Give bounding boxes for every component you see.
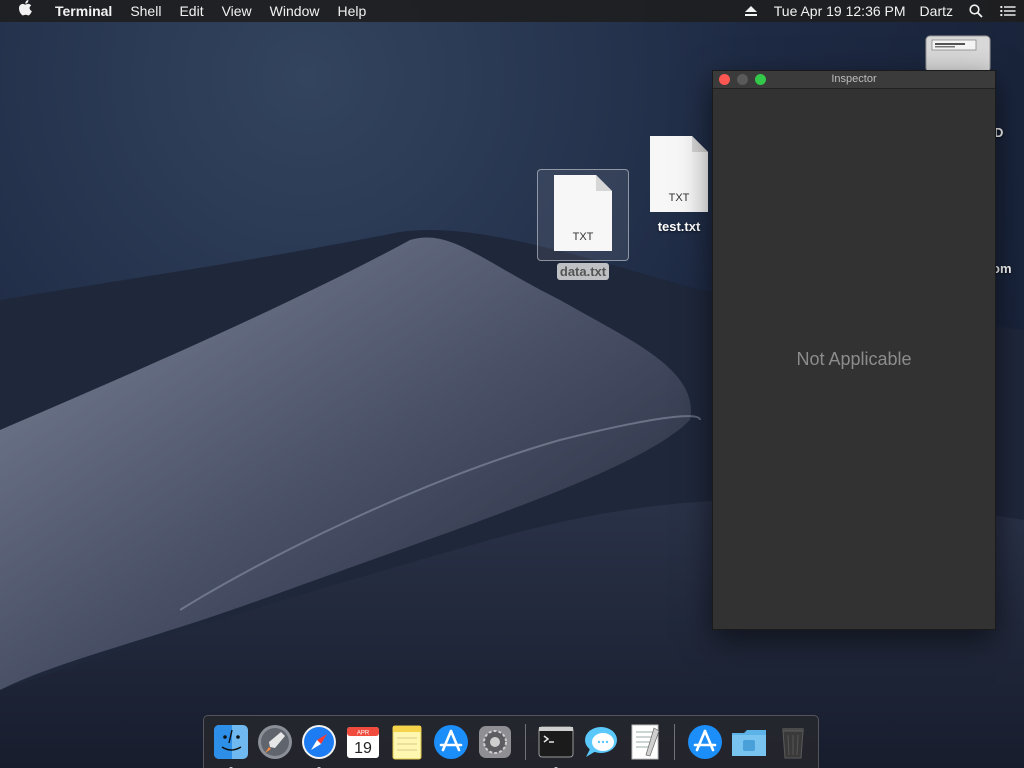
dock-textedit[interactable] xyxy=(624,722,664,762)
menu-user[interactable]: Dartz xyxy=(913,0,960,22)
file-extension-label: TXT xyxy=(668,192,690,204)
dock-terminal[interactable] xyxy=(536,722,576,768)
dock-separator xyxy=(674,724,675,760)
system-preferences-icon xyxy=(479,726,511,758)
desktop[interactable]: Terminal Shell Edit View Window Help Tue… xyxy=(0,0,1024,768)
menu-bar-status: Tue Apr 19 12:36 PM Dartz xyxy=(735,0,1024,22)
dock-downloads-folder[interactable] xyxy=(729,722,769,762)
dock-notes[interactable] xyxy=(387,722,427,762)
window-controls xyxy=(719,74,773,85)
zoom-button[interactable] xyxy=(755,74,766,85)
dock-safari[interactable] xyxy=(299,722,339,768)
launchpad-icon xyxy=(258,725,292,759)
calendar-icon: APR 19 xyxy=(347,727,379,758)
dock-calendar[interactable]: APR 19 xyxy=(343,722,383,762)
calendar-day: 19 xyxy=(354,740,372,757)
notification-center-icon[interactable] xyxy=(992,0,1024,22)
downloads-folder-icon xyxy=(732,730,766,756)
dock-trash[interactable] xyxy=(773,722,813,762)
menu-edit[interactable]: Edit xyxy=(170,0,212,22)
menu-window[interactable]: Window xyxy=(261,0,329,22)
dock-applications-stack[interactable] xyxy=(685,722,725,762)
spotlight-search-icon[interactable] xyxy=(960,0,992,22)
file-name-label[interactable]: data.txt xyxy=(556,263,610,280)
calendar-month: APR xyxy=(357,731,370,737)
eject-icon[interactable] xyxy=(735,0,767,22)
dock-launchpad[interactable] xyxy=(255,722,295,762)
dock-messages[interactable] xyxy=(580,722,620,762)
minimize-button[interactable] xyxy=(737,74,748,85)
inspector-message: Not Applicable xyxy=(796,348,912,369)
trash-icon xyxy=(782,728,804,759)
dock-system-preferences[interactable] xyxy=(475,722,515,762)
app-store-folder-icon xyxy=(688,725,722,759)
messages-icon xyxy=(585,727,617,757)
textedit-icon xyxy=(631,724,660,760)
close-button[interactable] xyxy=(719,74,730,85)
menu-help[interactable]: Help xyxy=(328,0,375,22)
file-extension-label: TXT xyxy=(572,231,594,243)
finder-icon xyxy=(214,725,248,759)
menu-view[interactable]: View xyxy=(213,0,261,22)
menu-app-name[interactable]: Terminal xyxy=(46,0,121,22)
app-store-icon xyxy=(434,725,468,759)
text-document-icon: TXT xyxy=(650,136,708,212)
apple-menu-icon[interactable] xyxy=(0,0,46,22)
menu-bar: Terminal Shell Edit View Window Help Tue… xyxy=(0,0,1024,22)
hard-drive-icon[interactable] xyxy=(924,34,992,73)
notes-icon xyxy=(392,725,422,760)
window-title: Inspector xyxy=(831,73,877,85)
menu-clock[interactable]: Tue Apr 19 12:36 PM xyxy=(767,0,913,22)
dock-app-store[interactable] xyxy=(431,722,471,762)
menu-shell[interactable]: Shell xyxy=(121,0,170,22)
text-document-icon: TXT xyxy=(554,175,612,251)
terminal-icon xyxy=(538,726,574,758)
dock: APR 19 xyxy=(203,715,819,768)
dock-finder[interactable] xyxy=(211,722,251,768)
safari-icon xyxy=(302,725,336,759)
inspector-titlebar[interactable]: Inspector xyxy=(713,71,995,89)
inspector-window[interactable]: Inspector Not Applicable xyxy=(712,70,996,630)
file-name-label[interactable]: test.txt xyxy=(655,218,704,235)
desktop-file-data-txt[interactable]: TXT data.txt xyxy=(537,169,629,281)
dock-separator xyxy=(525,724,526,760)
inspector-content: Not Applicable xyxy=(713,89,995,629)
